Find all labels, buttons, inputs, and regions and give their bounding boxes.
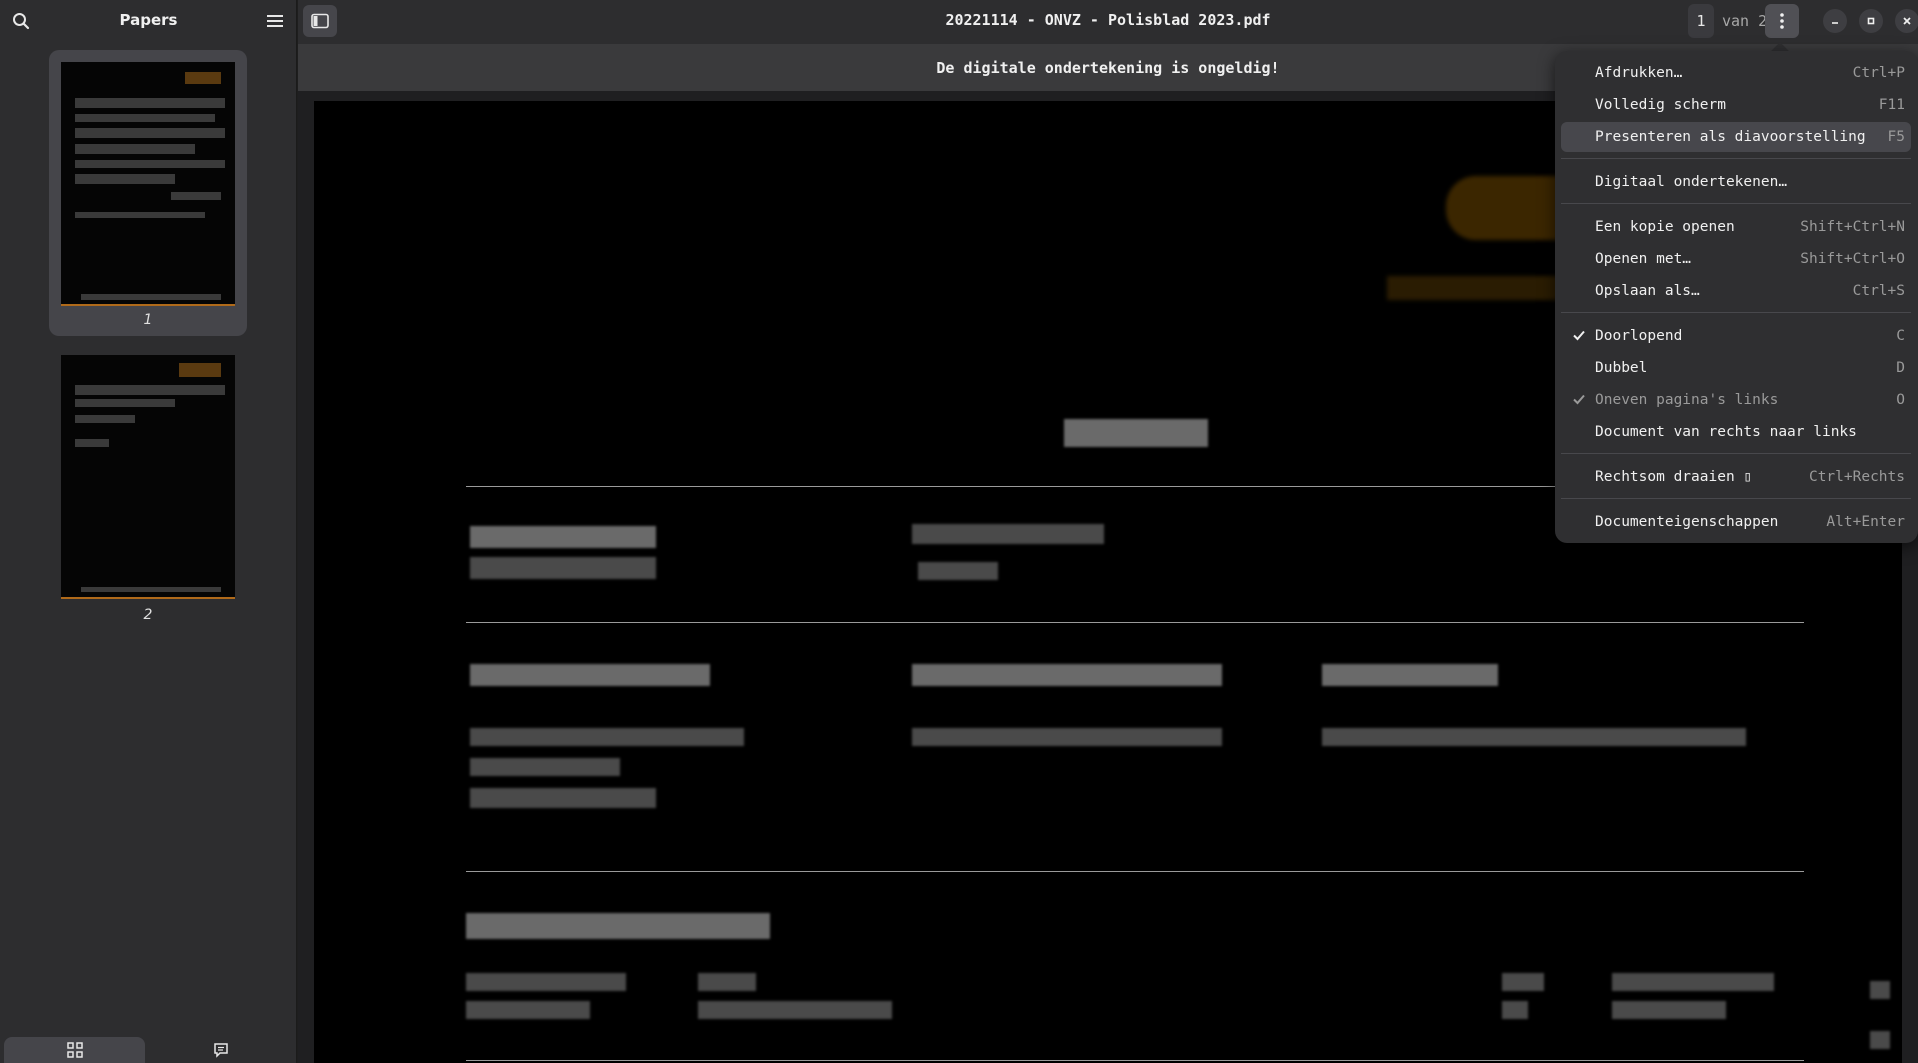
comment-icon: [213, 1043, 228, 1058]
thumbnails-tab[interactable]: [4, 1037, 145, 1063]
menu-item-properties[interactable]: Documenteigenschappen Alt+Enter: [1561, 507, 1911, 537]
redacted-text: [912, 728, 1222, 746]
menu-item-open-with[interactable]: Openen met… Shift+Ctrl+O: [1561, 244, 1911, 274]
menu-separator: [1561, 498, 1911, 499]
page-navigation: 1 van 2: [1688, 4, 1767, 38]
redacted-text: [918, 562, 998, 580]
sidebar: Papers 1 2: [0, 0, 297, 1063]
divider: [466, 622, 1804, 623]
sidebar-toggle-icon[interactable]: [303, 5, 337, 37]
menu-separator: [1561, 203, 1911, 204]
redacted-text: [470, 557, 656, 579]
sidebar-footer: [0, 1037, 297, 1063]
maximize-icon[interactable]: [1859, 9, 1883, 33]
menu-item-continuous[interactable]: Doorlopend C: [1561, 321, 1911, 351]
document-title: 20221114 - ONVZ - Polisblad 2023.pdf: [945, 11, 1271, 29]
redacted-text: [470, 526, 656, 548]
redacted-text: [912, 664, 1222, 686]
thumbnail-label: 2: [143, 607, 153, 623]
sidebar-header: Papers: [0, 0, 297, 42]
check-icon: [1573, 394, 1585, 405]
menu-item-odd-pages-left[interactable]: Oneven pagina's links O: [1561, 385, 1911, 415]
menu-item-open-copy[interactable]: Een kopie openen Shift+Ctrl+N: [1561, 212, 1911, 242]
menu-item-dual[interactable]: Dubbel D: [1561, 353, 1911, 383]
page-number-input[interactable]: 1: [1688, 4, 1714, 38]
redacted-text: [698, 1001, 892, 1019]
hamburger-icon[interactable]: [260, 6, 290, 36]
redacted-text: [470, 728, 744, 746]
menu-item-present[interactable]: Presenteren als diavoorstelling F5: [1561, 122, 1911, 152]
divider: [466, 1060, 1804, 1061]
minimize-icon[interactable]: [1823, 9, 1847, 33]
redacted-text: [470, 788, 656, 808]
kebab-menu-icon[interactable]: [1765, 4, 1799, 38]
primary-menu: Afdrukken… Ctrl+P Volledig scherm F11 Pr…: [1555, 51, 1918, 543]
divider: [466, 871, 1804, 872]
close-icon[interactable]: [1895, 9, 1918, 33]
sidebar-title: Papers: [119, 11, 178, 29]
redacted-text: [1870, 1031, 1890, 1049]
check-icon: [1573, 330, 1585, 341]
redacted-text: [470, 758, 620, 776]
menu-item-sign[interactable]: Digitaal ondertekenen…: [1561, 167, 1911, 197]
menu-item-rotate-right[interactable]: Rechtsom draaien ▯ Ctrl+Rechts: [1561, 462, 1911, 492]
menu-item-fullscreen[interactable]: Volledig scherm F11: [1561, 90, 1911, 120]
redacted-text: [1870, 981, 1890, 999]
header-bar: 20221114 - ONVZ - Polisblad 2023.pdf 1 v…: [298, 0, 1918, 44]
redacted-text: [1502, 973, 1544, 991]
menu-item-save-as[interactable]: Opslaan als… Ctrl+S: [1561, 276, 1911, 306]
page-thumbnail-2[interactable]: 2: [49, 345, 247, 625]
search-icon[interactable]: [6, 6, 36, 36]
thumbnail-image: [61, 355, 235, 599]
menu-separator: [1561, 158, 1911, 159]
page-total: van 2: [1722, 12, 1768, 30]
menu-item-rtl[interactable]: Document van rechts naar links: [1561, 417, 1911, 447]
redacted-text: [1064, 419, 1208, 447]
redacted-text: [1612, 1001, 1726, 1019]
thumbnail-image: [61, 62, 235, 306]
page-thumbnail-1[interactable]: 1: [49, 50, 247, 336]
redacted-text: [1322, 728, 1746, 746]
grid-icon: [66, 1042, 83, 1058]
menu-separator: [1561, 312, 1911, 313]
redacted-text: [912, 524, 1104, 544]
menu-separator: [1561, 453, 1911, 454]
menu-item-print[interactable]: Afdrukken… Ctrl+P: [1561, 58, 1911, 88]
redacted-text: [698, 973, 756, 991]
redacted-text: [466, 1001, 590, 1019]
redacted-text: [470, 664, 710, 686]
redacted-text: [466, 973, 626, 991]
redacted-text: [1502, 1001, 1528, 1019]
annotations-tab[interactable]: [150, 1037, 291, 1063]
redacted-text: [1612, 973, 1774, 991]
redacted-text: [466, 913, 770, 939]
thumbnail-label: 1: [143, 312, 153, 328]
redacted-text: [1322, 664, 1498, 686]
